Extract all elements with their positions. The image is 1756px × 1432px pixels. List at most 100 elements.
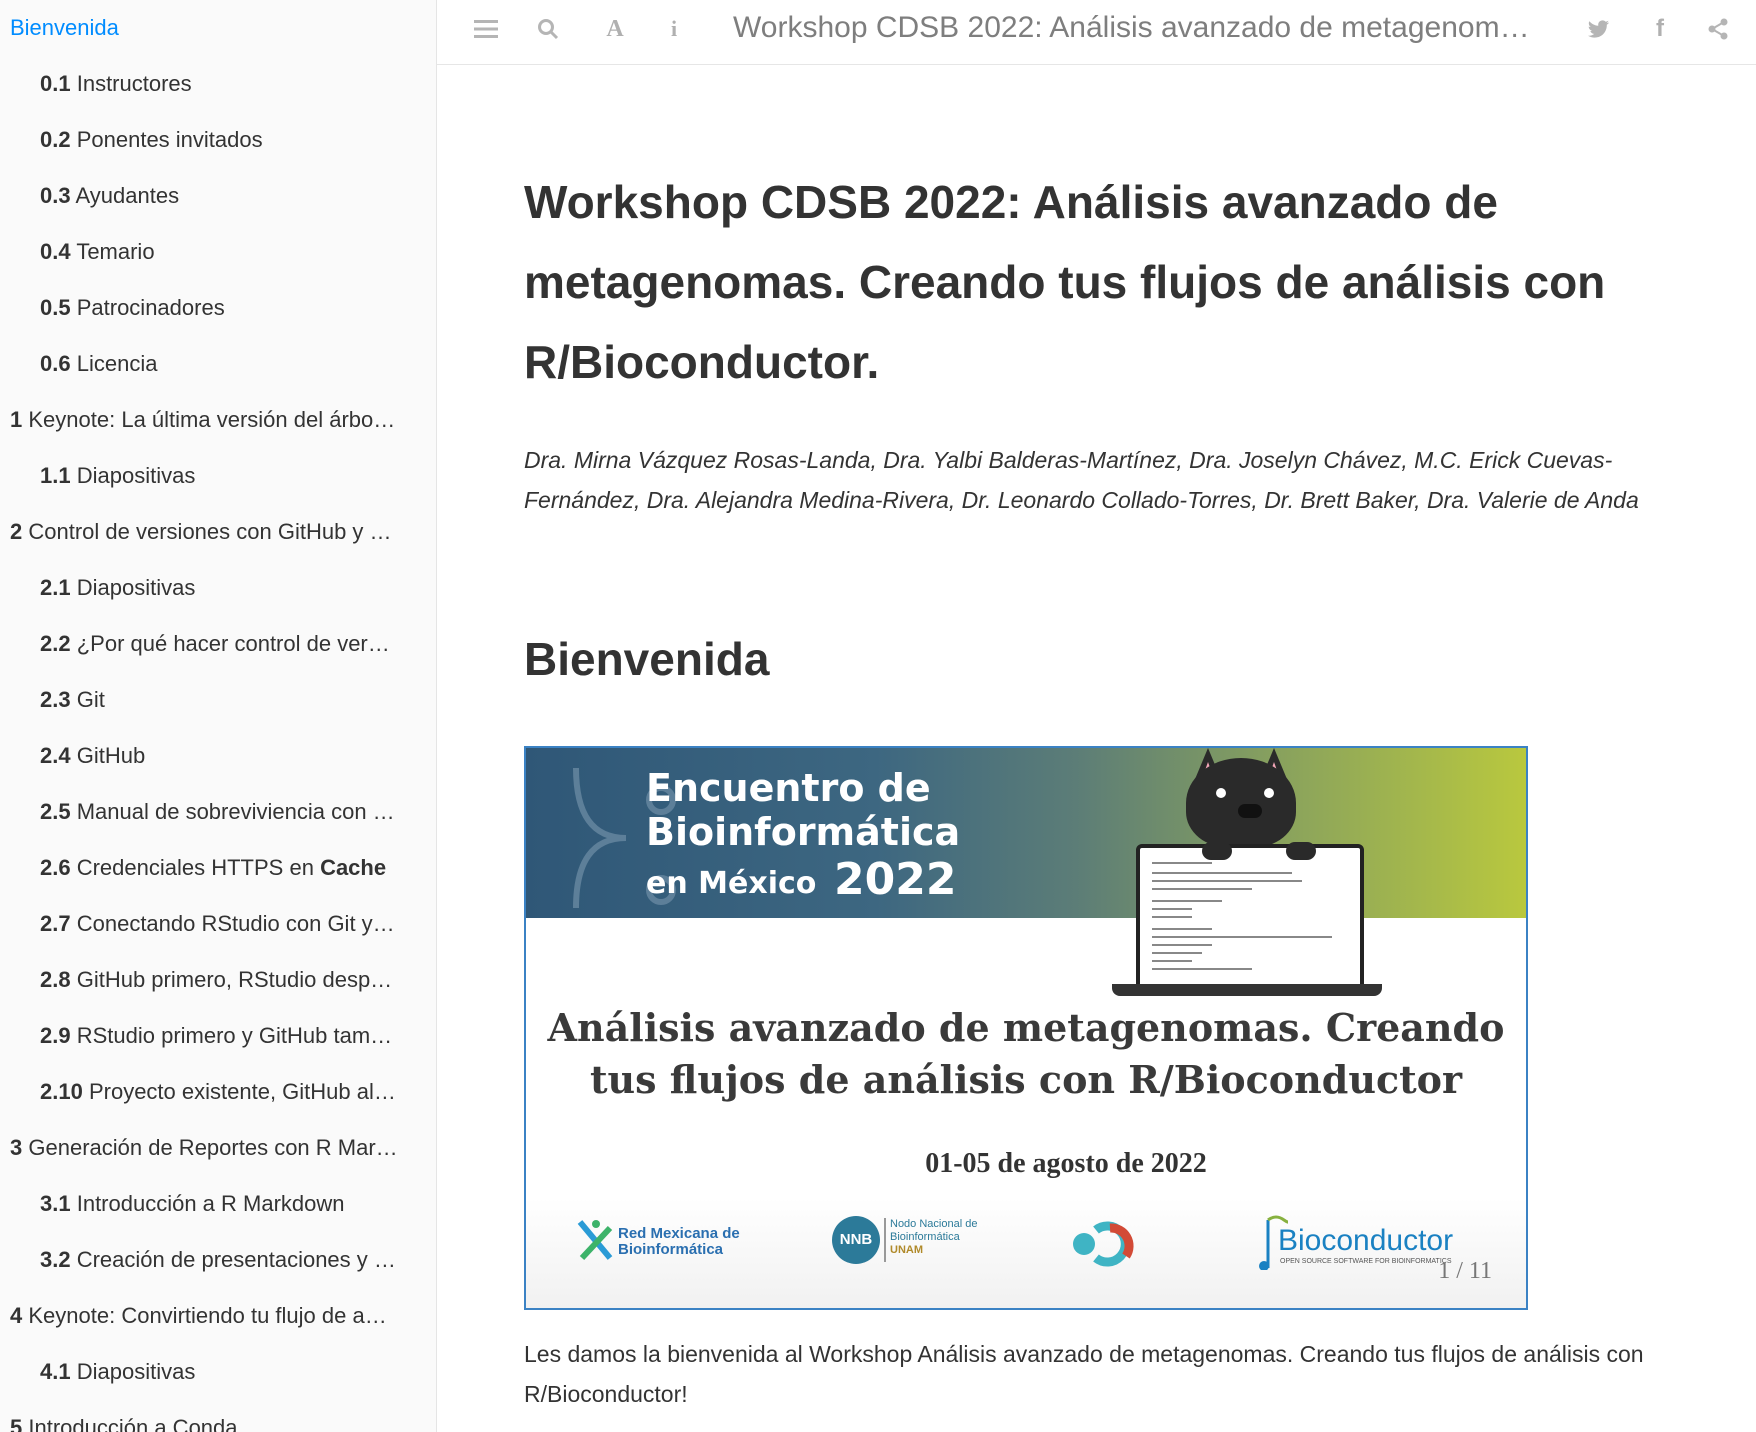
laptop-icon [1136, 844, 1364, 992]
sidebar-item[interactable]: 2 Control de versiones con GitHub y … [0, 504, 408, 560]
sidebar-item-number: 3 [10, 1135, 23, 1160]
sidebar-item-label: Temario [76, 239, 155, 264]
sidebar-item[interactable]: 2.8 GitHub primero, RStudio desp… [0, 952, 408, 1008]
sidebar-item[interactable]: 5 Introducción a Conda. [0, 1400, 408, 1432]
sidebar-item-label: Proyecto existente, GitHub al… [88, 1079, 396, 1104]
sidebar-item-label: Creación de presentaciones y … [76, 1247, 396, 1272]
sidebar-item[interactable]: 3.2 Creación de presentaciones y … [0, 1232, 408, 1288]
sidebar-item-number: 0.4 [40, 239, 71, 264]
banner-line-1: Encuentro de [646, 766, 931, 810]
sidebar-item-number: 2.5 [40, 799, 71, 824]
sidebar-item-number: 2.4 [40, 743, 71, 768]
sidebar-item[interactable]: 0.5 Patrocinadores [0, 280, 408, 336]
sidebar-item[interactable]: 0.1 Instructores [0, 56, 408, 112]
sidebar-item-number: 0.6 [40, 351, 71, 376]
sidebar-item-number: 4.1 [40, 1359, 71, 1384]
sidebar-item-label: Keynote: Convirtiendo tu flujo de a… [28, 1303, 387, 1328]
twitter-icon[interactable] [1584, 14, 1614, 44]
sidebar-item-label: GitHub [76, 743, 146, 768]
banner-line-2: Bioinformática [646, 810, 961, 854]
sidebar-item-number: 0.1 [40, 71, 71, 96]
sidebar-item[interactable]: 2.4 GitHub [0, 728, 408, 784]
dog-paw-icon [1202, 842, 1232, 860]
sidebar-item-label: Manual de sobreviviencia con … [76, 799, 395, 824]
sidebar-item[interactable]: 0.6 Licencia [0, 336, 408, 392]
sidebar-item-number: 4 [10, 1303, 23, 1328]
sidebar-item-number: 3.1 [40, 1191, 71, 1216]
sidebar-item[interactable]: 2.6 Credenciales HTTPS en Cache [0, 840, 408, 896]
rmb-logo-icon [577, 1220, 613, 1261]
sidebar-item[interactable]: 0.3 Ayudantes [0, 168, 408, 224]
nnb-logo-sub: UNAM [890, 1244, 923, 1256]
font-icon[interactable]: A [600, 14, 630, 44]
sidebar-item[interactable]: 2.9 RStudio primero y GitHub tam… [0, 1008, 408, 1064]
sidebar-item[interactable]: 1 Keynote: La última versión del árbo… [0, 392, 408, 448]
welcome-paragraph: Les damos la bienvenida al Workshop Anál… [524, 1341, 1644, 1407]
facebook-icon[interactable]: f [1645, 14, 1675, 44]
nnb-logo-text: Nodo Nacional de Bioinformática [890, 1218, 978, 1243]
slide-counter: 1 / 11 [1438, 1258, 1492, 1284]
sidebar-item[interactable]: 2.7 Conectando RStudio con Git y… [0, 896, 408, 952]
sidebar-item-number: 2.8 [40, 967, 71, 992]
cdsb-logo-icon [1073, 1221, 1134, 1267]
sidebar-item-label: Diapositivas [76, 1359, 196, 1384]
sidebar-item[interactable]: 4 Keynote: Convirtiendo tu flujo de a… [0, 1288, 408, 1344]
sidebar-item-number: 1.1 [40, 463, 71, 488]
sidebar-item-label: Ponentes invitados [76, 127, 263, 152]
sidebar-item-number: 3.2 [40, 1247, 71, 1272]
slide-embed[interactable]: Encuentro de Bioinformática en México 20… [524, 746, 1528, 1310]
sidebar-item[interactable]: 3 Generación de Reportes con R Mar… [0, 1120, 408, 1176]
sidebar-item[interactable]: 0.4 Temario [0, 224, 408, 280]
bioconductor-tagline: OPEN SOURCE SOFTWARE FOR BIOINFORMATICS [1280, 1258, 1452, 1265]
sidebar-item-number: 2.2 [40, 631, 71, 656]
info-icon[interactable]: i [659, 14, 689, 44]
nnb-badge: NNB [832, 1216, 880, 1264]
sidebar-item[interactable]: 2.3 Git [0, 672, 408, 728]
sidebar-item-label: Patrocinadores [76, 295, 225, 320]
page-title: Workshop CDSB 2022: Análisis avanzado de… [524, 176, 1606, 388]
sidebar-item-label: Conectando RStudio con Git y… [76, 911, 395, 936]
rmb-logo-text: Red Mexicana de Bioinformática [618, 1225, 740, 1258]
sidebar-item[interactable]: 1.1 Diapositivas [0, 448, 408, 504]
dog-paw-icon [1286, 842, 1316, 860]
sidebar-toc: Bienvenida 0.1 Instructores 0.2 Ponentes i… [0, 0, 437, 1432]
sidebar-item-label: Control de versiones con GitHub y … [28, 519, 392, 544]
sidebar-item-label-bold: Cache [320, 855, 387, 880]
sidebar-item-label: Diapositivas [76, 575, 196, 600]
sidebar-item-number: 2.1 [40, 575, 71, 600]
share-icon[interactable] [1703, 14, 1733, 44]
sidebar-item-label: Instructores [76, 71, 192, 96]
laptop-base [1112, 984, 1382, 996]
sidebar-item[interactable]: 0.2 Ponentes invitados [0, 112, 408, 168]
sidebar-item-number: 2.3 [40, 687, 71, 712]
sidebar-item-number: 0.2 [40, 127, 71, 152]
menu-icon[interactable] [471, 14, 501, 44]
search-icon[interactable] [533, 14, 563, 44]
banner-line-3: en México [646, 866, 817, 901]
sidebar-item-number: 2.7 [40, 911, 71, 936]
sidebar-item[interactable]: 2.5 Manual de sobreviviencia con … [0, 784, 408, 840]
sidebar-item-label: ¿Por qué hacer control de ver… [76, 631, 390, 656]
sidebar-item[interactable]: 2.1 Diapositivas [0, 560, 408, 616]
sidebar-item-number: 2.6 [40, 855, 71, 880]
sidebar-item-label: Licencia [76, 351, 158, 376]
sidebar-item[interactable]: 3.1 Introducción a R Markdown [0, 1176, 408, 1232]
sidebar-item-label: Introducción a Conda. [28, 1415, 244, 1432]
sidebar-item[interactable]: 2.10 Proyecto existente, GitHub al… [0, 1064, 408, 1120]
section-heading: Bienvenida [524, 633, 770, 685]
sidebar-item[interactable]: Bienvenida [0, 0, 408, 56]
sidebar-item-label: Git [76, 687, 105, 712]
bioconductor-name: Bioconductor [1278, 1224, 1454, 1257]
sidebar-item[interactable]: 2.2 ¿Por qué hacer control de ver… [0, 616, 408, 672]
sidebar-item-number: 0.5 [40, 295, 71, 320]
slide-heading: Análisis avanzado de metagenomas. Creand… [547, 1005, 1505, 1102]
sidebar-item-label: Introducción a R Markdown [76, 1191, 345, 1216]
slide-footer: Red Mexicana de Bioinformática NNB Nodo … [526, 1198, 1526, 1308]
sidebar-item-number: 5 [10, 1415, 23, 1432]
sidebar-item[interactable]: 4.1 Diapositivas [0, 1344, 408, 1400]
sidebar-item-number: 2.10 [40, 1079, 83, 1104]
sidebar-item-number: 1 [10, 407, 23, 432]
book-header: A i Workshop CDSB 2022: Análisis avanzad… [437, 0, 1756, 65]
sidebar-item-number: 2.9 [40, 1023, 71, 1048]
sidebar-item-label: RStudio primero y GitHub tam… [76, 1023, 393, 1048]
